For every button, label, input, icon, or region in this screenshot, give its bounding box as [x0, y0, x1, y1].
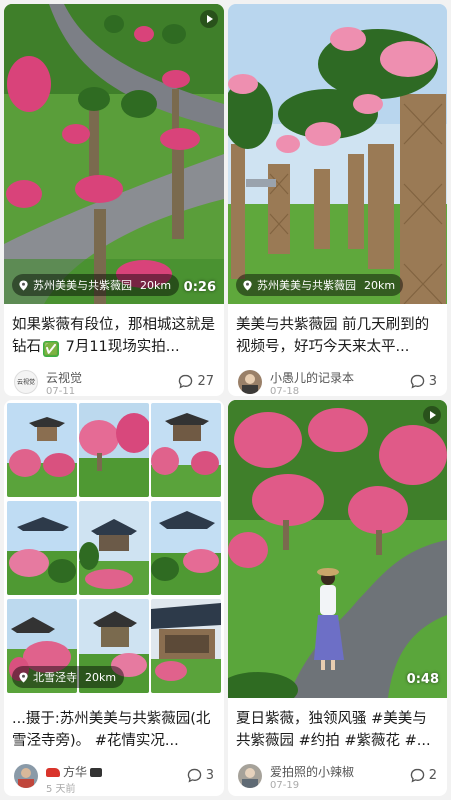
post-date: 07-19	[270, 780, 300, 791]
grid-photo-4	[7, 501, 77, 595]
crape-myrtle-trellis-image	[228, 4, 447, 304]
comment-count[interactable]: 3	[410, 374, 437, 389]
garden-path-image	[228, 400, 447, 698]
play-icon	[200, 10, 218, 28]
feed-card-1[interactable]: 苏州美美与共紫薇园 20km 0:26 如果紫薇有段位，那相城这就是钻石 ✅ 7月…	[4, 4, 224, 396]
location-tag[interactable]: 苏州美美与共紫薇园 20km	[12, 274, 180, 296]
location-distance: 20km	[85, 670, 117, 684]
avatar[interactable]	[14, 764, 38, 788]
post-title[interactable]: ...摄于:苏州美美与共紫薇园(北雪泾寺旁)。 #花情实况...	[12, 708, 216, 752]
comment-count[interactable]: 27	[178, 374, 214, 389]
video-thumbnail[interactable]: 苏州美美与共紫薇园 20km 0:26	[4, 4, 224, 304]
author-name: 方华	[63, 765, 88, 779]
grid-photo-1	[7, 403, 77, 497]
grid-photo-9	[151, 599, 221, 693]
video-duration: 0:48	[406, 672, 439, 687]
avatar-text: 云视觉	[16, 379, 35, 386]
location-pin-icon	[19, 671, 28, 683]
post-title[interactable]: 如果紫薇有段位，那相城这就是钻石 ✅ 7月11现场实拍...	[12, 314, 216, 358]
comment-bubble-icon	[410, 768, 424, 783]
post-title-text-rest: 7月11现场实拍...	[65, 339, 180, 355]
comment-bubble-icon	[179, 374, 193, 389]
location-tag[interactable]: 苏州美美与共紫薇园 20km	[236, 274, 404, 296]
comment-bubble-icon	[187, 768, 201, 783]
comment-count-value: 3	[428, 374, 437, 389]
post-meta: 小愚儿的记录本 07-18 3	[238, 368, 439, 396]
grid-photo-5	[79, 501, 149, 595]
photo-grid[interactable]: 北雪泾寺 20km	[4, 400, 224, 698]
grid-photo-2	[79, 403, 149, 497]
post-image[interactable]: 苏州美美与共紫薇园 20km	[228, 4, 447, 304]
location-name: 北雪泾寺	[33, 671, 77, 684]
camera-icon	[90, 768, 103, 777]
avatar-image	[242, 768, 258, 788]
video-thumbnail[interactable]: 0:48	[228, 400, 447, 698]
author-line[interactable]: 方华	[46, 763, 103, 780]
location-name: 苏州美美与共紫薇园	[33, 279, 132, 292]
crape-myrtle-park-image	[4, 4, 224, 304]
author-name[interactable]: 云视觉	[46, 369, 82, 386]
post-title[interactable]: 美美与共紫薇园 前几天刷到的视频号，好巧今天来太平...	[236, 314, 439, 358]
post-date: 5 天前	[46, 784, 76, 795]
play-icon	[423, 406, 441, 424]
author-name[interactable]: 小愚儿的记录本	[270, 369, 354, 386]
location-pin-icon	[19, 279, 28, 291]
avatar[interactable]	[238, 764, 262, 788]
comment-bubble-icon	[410, 374, 424, 389]
feed-card-3[interactable]: 北雪泾寺 20km ...摄于:苏州美美与共紫薇园(北雪泾寺旁)。 #花情实况.…	[4, 400, 224, 796]
comment-count-value: 27	[197, 374, 214, 389]
post-date: 07-18	[270, 386, 300, 396]
comment-count[interactable]: 3	[187, 768, 214, 783]
grid-photo-3	[151, 403, 221, 497]
post-meta: 方华 5 天前 3	[14, 762, 216, 795]
post-title[interactable]: 夏日紫薇，独领风骚 #美美与共紫薇园 #约拍 #紫薇花 #...	[236, 708, 439, 752]
comment-count-value: 2	[428, 768, 437, 783]
author-name[interactable]: 爱拍照的小辣椒	[270, 763, 354, 780]
feed-card-4[interactable]: 0:48 夏日紫薇，独领风骚 #美美与共紫薇园 #约拍 #紫薇花 #... 爱拍…	[228, 400, 447, 796]
comment-count-value: 3	[205, 768, 214, 783]
post-meta: 爱拍照的小辣椒 07-19 2	[238, 762, 439, 794]
post-meta: 云视觉 云视觉 07-11 27	[14, 368, 216, 396]
avatar[interactable]: 云视觉	[14, 370, 38, 394]
location-tag[interactable]: 北雪泾寺 20km	[12, 666, 125, 688]
car-icon	[46, 768, 60, 777]
location-name: 苏州美美与共紫薇园	[257, 279, 356, 292]
grid-photo-6	[151, 501, 221, 595]
location-distance: 20km	[364, 278, 396, 292]
location-distance: 20km	[140, 278, 172, 292]
check-mark-icon: ✅	[43, 341, 59, 357]
avatar[interactable]	[238, 370, 262, 394]
comment-count[interactable]: 2	[410, 768, 437, 783]
location-pin-icon	[243, 279, 252, 291]
feed-card-2[interactable]: 苏州美美与共紫薇园 20km 美美与共紫薇园 前几天刷到的视频号，好巧今天来太平…	[228, 4, 447, 396]
avatar-image	[242, 374, 258, 394]
post-date: 07-11	[46, 386, 76, 396]
avatar-image	[18, 768, 34, 788]
video-duration: 0:26	[183, 280, 216, 295]
